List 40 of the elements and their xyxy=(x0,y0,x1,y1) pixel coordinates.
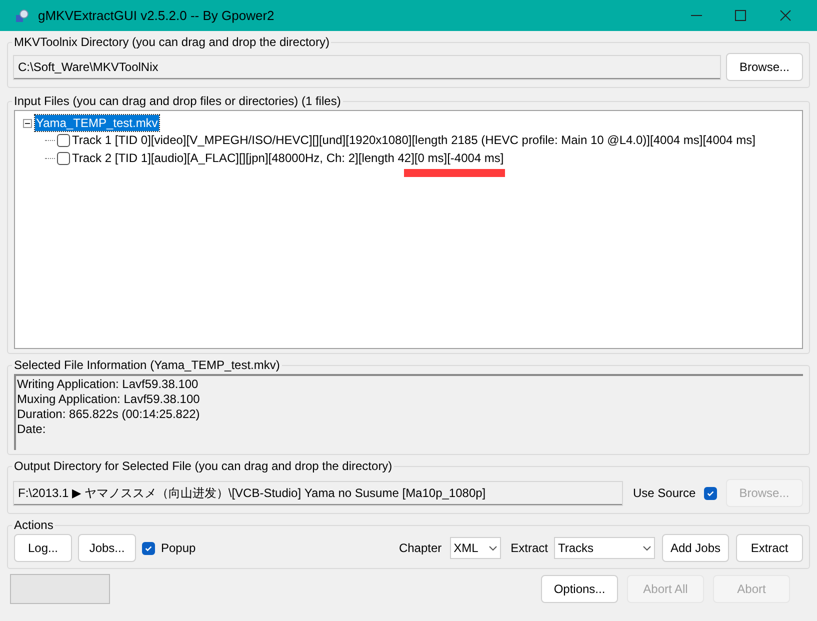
jobs-button[interactable]: Jobs... xyxy=(78,534,136,562)
track-checkbox[interactable] xyxy=(57,152,70,164)
collapse-icon[interactable] xyxy=(23,118,32,128)
info-line: Duration: 865.822s (00:14:25.822) xyxy=(17,407,201,422)
group-label: Input Files (you can drag and drop files or directories) (1 files) xyxy=(13,93,342,110)
group-label: Selected File Information (Yama_TEMP_test.mkv) xyxy=(13,357,281,374)
add-jobs-button[interactable]: Add Jobs xyxy=(662,534,729,562)
group-label: MKVToolnix Directory (you can drag and drop the directory) xyxy=(13,34,330,51)
extract-dropdown[interactable]: Tracks xyxy=(554,537,655,559)
info-line: Date: xyxy=(17,422,47,437)
chevron-icon xyxy=(488,546,497,550)
button[interactable]: Browse... xyxy=(726,53,803,81)
use-source-label: Use Source xyxy=(633,485,696,502)
track-label[interactable]: Track 1 [TID 0][video][V_MPEGH/ISO/HEVC][][und][1920x1080][length 2185 (HEVC profile: Main 10 @L4.0)][4004 ms][4004 ms] xyxy=(72,131,756,149)
chapter-label: Chapter xyxy=(398,540,442,557)
track-checkbox[interactable] xyxy=(57,134,70,146)
track-label[interactable]: Track 2 [TID 1][audio][A_FLAC][][jpn][48000Hz, Ch: 2][length 42][0 ms][-4004 ms] xyxy=(72,149,504,167)
path-field[interactable]: C:\Soft_Ware\MKVToolNix xyxy=(14,56,720,78)
extract-button[interactable]: Extract xyxy=(736,534,803,562)
use-source-checkbox[interactable] xyxy=(704,486,717,500)
group-label: Output Directory for Selected File (you can drag and drop the directory) xyxy=(13,458,394,475)
popup-label: Popup xyxy=(161,540,196,557)
chapter-dropdown[interactable]: XML xyxy=(450,537,501,559)
output-path-field[interactable]: F:\2013.1 ▶ ヤマノススメ（向山进发）\[VCB-Studio] Yama no Susume [Ma10p_1080p] xyxy=(14,482,622,504)
chevron-icon xyxy=(643,546,651,550)
button[interactable]: Options... xyxy=(541,575,618,603)
maximize-icon[interactable] xyxy=(735,10,746,21)
close-icon[interactable] xyxy=(780,10,791,21)
group-label: Actions xyxy=(13,517,54,534)
minimize-icon[interactable] xyxy=(691,14,702,16)
window-title: gMKVExtractGUI v2.5.2.0 -- By Gpower2 xyxy=(38,6,274,25)
checkmark-icon xyxy=(706,488,715,498)
tree-item[interactable]: Yama_TEMP_test.mkv xyxy=(35,115,159,131)
popup-checkbox[interactable] xyxy=(142,542,155,554)
app-icon xyxy=(15,8,29,22)
log-button[interactable]: Log... xyxy=(14,534,72,562)
info-line: Writing Application: Lavf59.38.100 xyxy=(17,377,200,392)
checkmark-icon xyxy=(144,544,153,552)
extract-label: Extract xyxy=(510,540,548,557)
info-line: Muxing Application: Lavf59.38.100 xyxy=(17,392,201,407)
